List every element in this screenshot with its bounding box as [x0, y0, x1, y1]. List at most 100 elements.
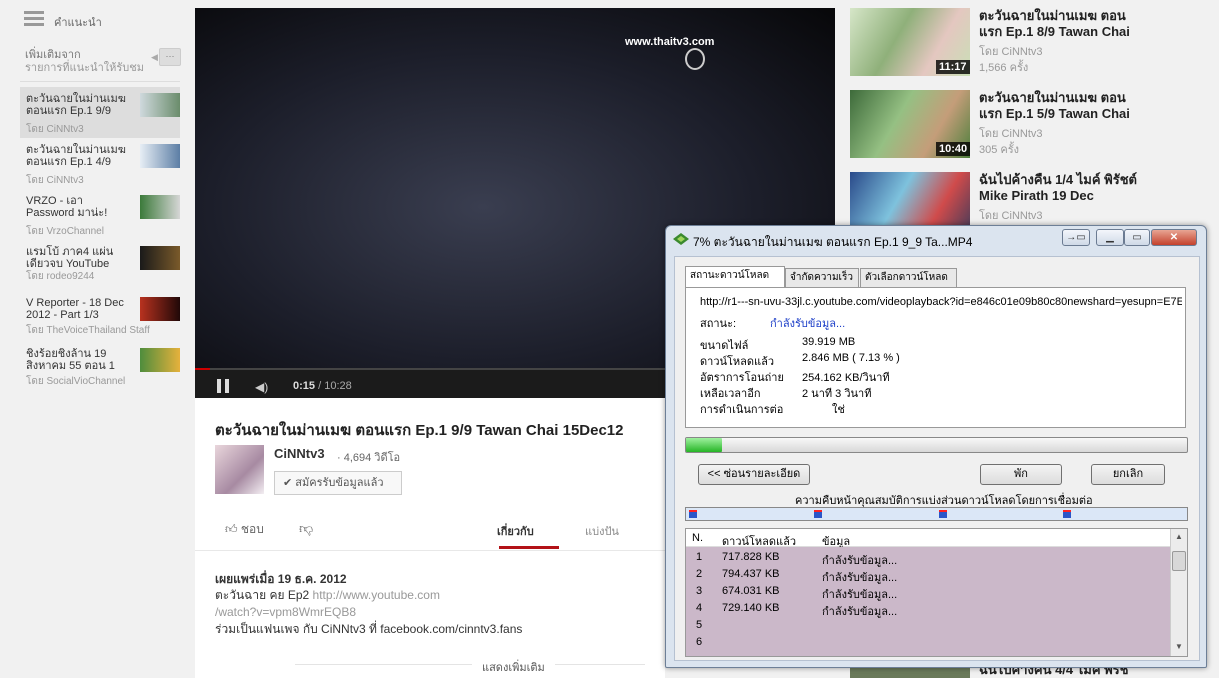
tab-share[interactable]: แบ่งปัน — [585, 522, 619, 540]
guide-item-channel: โดย VrzoChannel — [26, 226, 104, 237]
related-video[interactable]: 10:40 ตะวันฉายในม่านเมฆ ตอนแรก Ep.1 5/9 … — [850, 90, 1210, 162]
file-size-value: 39.919 MB — [802, 336, 856, 348]
maximize-button[interactable]: ▭ — [1124, 229, 1150, 246]
pause-button[interactable]: พัก — [980, 464, 1062, 485]
guide-item-thumbnail — [140, 297, 180, 321]
guide-item-channel: โดย CiNNtv3 — [26, 175, 84, 186]
close-button[interactable]: ✕ — [1151, 229, 1197, 246]
guide-item[interactable]: V Reporter - 18 Dec 2012 - Part 1/3 โดย … — [20, 291, 180, 342]
col-n[interactable]: N. — [692, 532, 703, 544]
guide-item-thumbnail — [140, 348, 180, 372]
guide-sidebar: คำแนะนำ เพิ่มเติมจาก รายการที่แนะนำให้รั… — [0, 0, 195, 678]
cancel-button[interactable]: ยกเลิก — [1091, 464, 1165, 485]
scrollbar[interactable]: ▲ ▼ — [1170, 529, 1187, 656]
subscribe-button[interactable]: ✔ สมัครรับข้อมูลแล้ว — [274, 471, 402, 495]
tab-download-status[interactable]: สถานะดาวน์โหลด — [685, 266, 785, 287]
desc-link[interactable]: http://www.youtube.com — [313, 588, 440, 602]
table-row[interactable]: 6 — [686, 634, 1170, 651]
channel-name[interactable]: CiNNtv3 — [274, 446, 325, 461]
download-body: สถานะดาวน์โหลด จำกัดความเร็ว ตัวเลือกดาว… — [674, 256, 1200, 661]
download-window: 7% ตะวันฉายในม่านเมฆ ตอนแรก Ep.1 9_9 Ta.… — [665, 225, 1207, 668]
tab-download-options[interactable]: ตัวเลือกดาวน์โหลด — [860, 268, 957, 287]
cell-n: 3 — [696, 585, 703, 597]
guide-item-thumbnail — [140, 246, 180, 270]
like-button[interactable]: 👍︎ ชอบ — [225, 520, 264, 539]
related-title[interactable]: ตะวันฉายในม่านเมฆ ตอนแรก Ep.1 8/9 Tawan … — [979, 8, 1144, 40]
divider — [295, 664, 645, 665]
scroll-up-icon[interactable]: ▲ — [1175, 532, 1183, 541]
status-value: กำลังรับข้อมูล... — [770, 318, 846, 330]
table-row[interactable]: 4 729.140 KB กำลังรับข้อมูล... — [686, 600, 1170, 618]
connections-progress — [685, 507, 1188, 521]
like-label: ชอบ — [240, 522, 264, 536]
guide-item-thumbnail — [140, 195, 180, 219]
show-more-button[interactable]: แสดงเพิ่มเติม — [472, 658, 555, 676]
status-panel: http://r1---sn-uvu-33jl.c.youtube.com/vi… — [685, 287, 1186, 428]
status-label: สถานะ: — [700, 318, 737, 330]
related-title[interactable]: ฉันไปค้างคืน 1/4 ไมค์ พิรัชต์ Mike Pirat… — [979, 172, 1144, 204]
cell-n: 1 — [696, 551, 703, 563]
table-row[interactable]: 3 674.031 KB กำลังรับข้อมูล... — [686, 583, 1170, 601]
download-url: http://r1---sn-uvu-33jl.c.youtube.com/vi… — [700, 296, 1182, 308]
download-progress-bar — [685, 437, 1188, 453]
time-current: 0:15 — [293, 380, 316, 392]
window-title: 7% ตะวันฉายในม่านเมฆ ตอนแรก Ep.1 9_9 Ta.… — [693, 235, 973, 249]
guide-item-title: ตะวันฉายในม่านเมฆ ตอนแรก Ep.1 4/9 — [26, 144, 126, 168]
desc-text: ตะวันฉาย คย Ep2 — [215, 588, 313, 602]
channel-avatar[interactable] — [215, 445, 264, 494]
cell-size: 717.828 KB — [722, 551, 780, 563]
tab-about[interactable]: เกี่ยวกับ — [497, 522, 534, 540]
connections-table: N. ดาวน์โหลดแล้ว ข้อมูล 1 717.828 KB กำลัง… — [685, 528, 1188, 657]
guide-item-channel: โดย TheVoiceThailand Staff — [26, 325, 150, 336]
duration-badge: 10:40 — [936, 142, 971, 156]
cell-size: 729.140 KB — [722, 602, 780, 614]
cell-n: 4 — [696, 602, 703, 614]
pause-icon[interactable] — [217, 379, 229, 393]
cell-size: 674.031 KB — [722, 585, 780, 597]
scroll-down-icon[interactable]: ▼ — [1175, 642, 1183, 651]
related-title[interactable]: ตะวันฉายในม่านเมฆ ตอนแรก Ep.1 5/9 Tawan … — [979, 90, 1144, 122]
hide-details-button[interactable]: << ซ่อนรายละเอียด — [698, 464, 810, 485]
table-body: 1 717.828 KB กำลังรับข้อมูล... 2 794.437 KB… — [686, 547, 1170, 656]
guide-item[interactable]: ชิงร้อยชิงล้าน 19 สิงหาคม 55 ตอน 1 โดย S… — [20, 342, 180, 393]
guide-item[interactable]: VRZO - เอา Password มาน่ะ! โดย VrzoChann… — [20, 189, 180, 240]
guide-item[interactable]: ตะวันฉายในม่านเมฆ ตอนแรก Ep.1 4/9 โดย Ci… — [20, 138, 180, 189]
guide-item-channel: โดย rodeo9244 — [26, 271, 95, 282]
time-display: 0:15 / 10:28 — [293, 380, 352, 392]
dislike-button[interactable]: 👎︎ — [299, 520, 313, 537]
segment-marker — [689, 510, 697, 518]
table-header: N. ดาวน์โหลดแล้ว ข้อมูล — [686, 529, 1170, 548]
video-title: ตะวันฉายในม่านเมฆ ตอนแรก Ep.1 9/9 Tawan … — [215, 422, 624, 439]
cell-n: 5 — [696, 619, 703, 631]
chevron-left-icon: ◀ — [151, 52, 158, 62]
minimize-button[interactable]: ▁ — [1096, 229, 1124, 246]
volume-icon[interactable]: ◀) — [255, 380, 269, 394]
table-row[interactable]: 2 794.437 KB กำลังรับข้อมูล... — [686, 566, 1170, 584]
guide-item[interactable]: แรมโบ้ ภาค4 แผ่นเดียวจบ YouTube โดย rode… — [20, 240, 180, 291]
guide-item-thumbnail — [140, 144, 180, 168]
related-video[interactable]: 11:17 ตะวันฉายในม่านเมฆ ตอนแรก Ep.1 8/9 … — [850, 8, 1210, 80]
table-row[interactable]: 1 717.828 KB กำลังรับข้อมูล... — [686, 549, 1170, 567]
desc-link[interactable]: /watch?v=vpm8WmrEQB8 — [215, 605, 356, 619]
resume-label: การดำเนินการต่อ — [700, 404, 784, 416]
thumbs-down-icon: 👎︎ — [299, 520, 314, 536]
segment-marker — [814, 510, 822, 518]
channel-watermark: www.thaitv3.com — [625, 36, 715, 48]
minimize-to-tray-button[interactable]: →▭ — [1062, 229, 1090, 246]
guide-item-thumbnail — [140, 93, 180, 117]
segment-marker — [939, 510, 947, 518]
cell-size: 794.437 KB — [722, 568, 780, 580]
video-count: · 4,694 วิดีโอ — [337, 452, 401, 464]
more-options-button[interactable]: ··· — [159, 48, 181, 66]
thumbs-up-icon: 👍︎ — [225, 522, 241, 536]
guide-title[interactable]: คำแนะนำ — [54, 13, 102, 31]
table-row[interactable]: 5 — [686, 617, 1170, 634]
menu-icon[interactable] — [24, 11, 44, 27]
divider — [195, 550, 665, 551]
guide-item-title: ตะวันฉายในม่านเมฆ ตอนแรก Ep.1 9/9 — [26, 93, 126, 117]
cell-n: 6 — [696, 636, 703, 648]
guide-item[interactable]: ตะวันฉายในม่านเมฆ ตอนแรก Ep.1 9/9 โดย Ci… — [20, 87, 180, 138]
scrollbar-thumb[interactable] — [1172, 551, 1186, 571]
tab-active-indicator — [499, 546, 559, 549]
tab-speed-limit[interactable]: จำกัดความเร็ว — [785, 268, 859, 287]
